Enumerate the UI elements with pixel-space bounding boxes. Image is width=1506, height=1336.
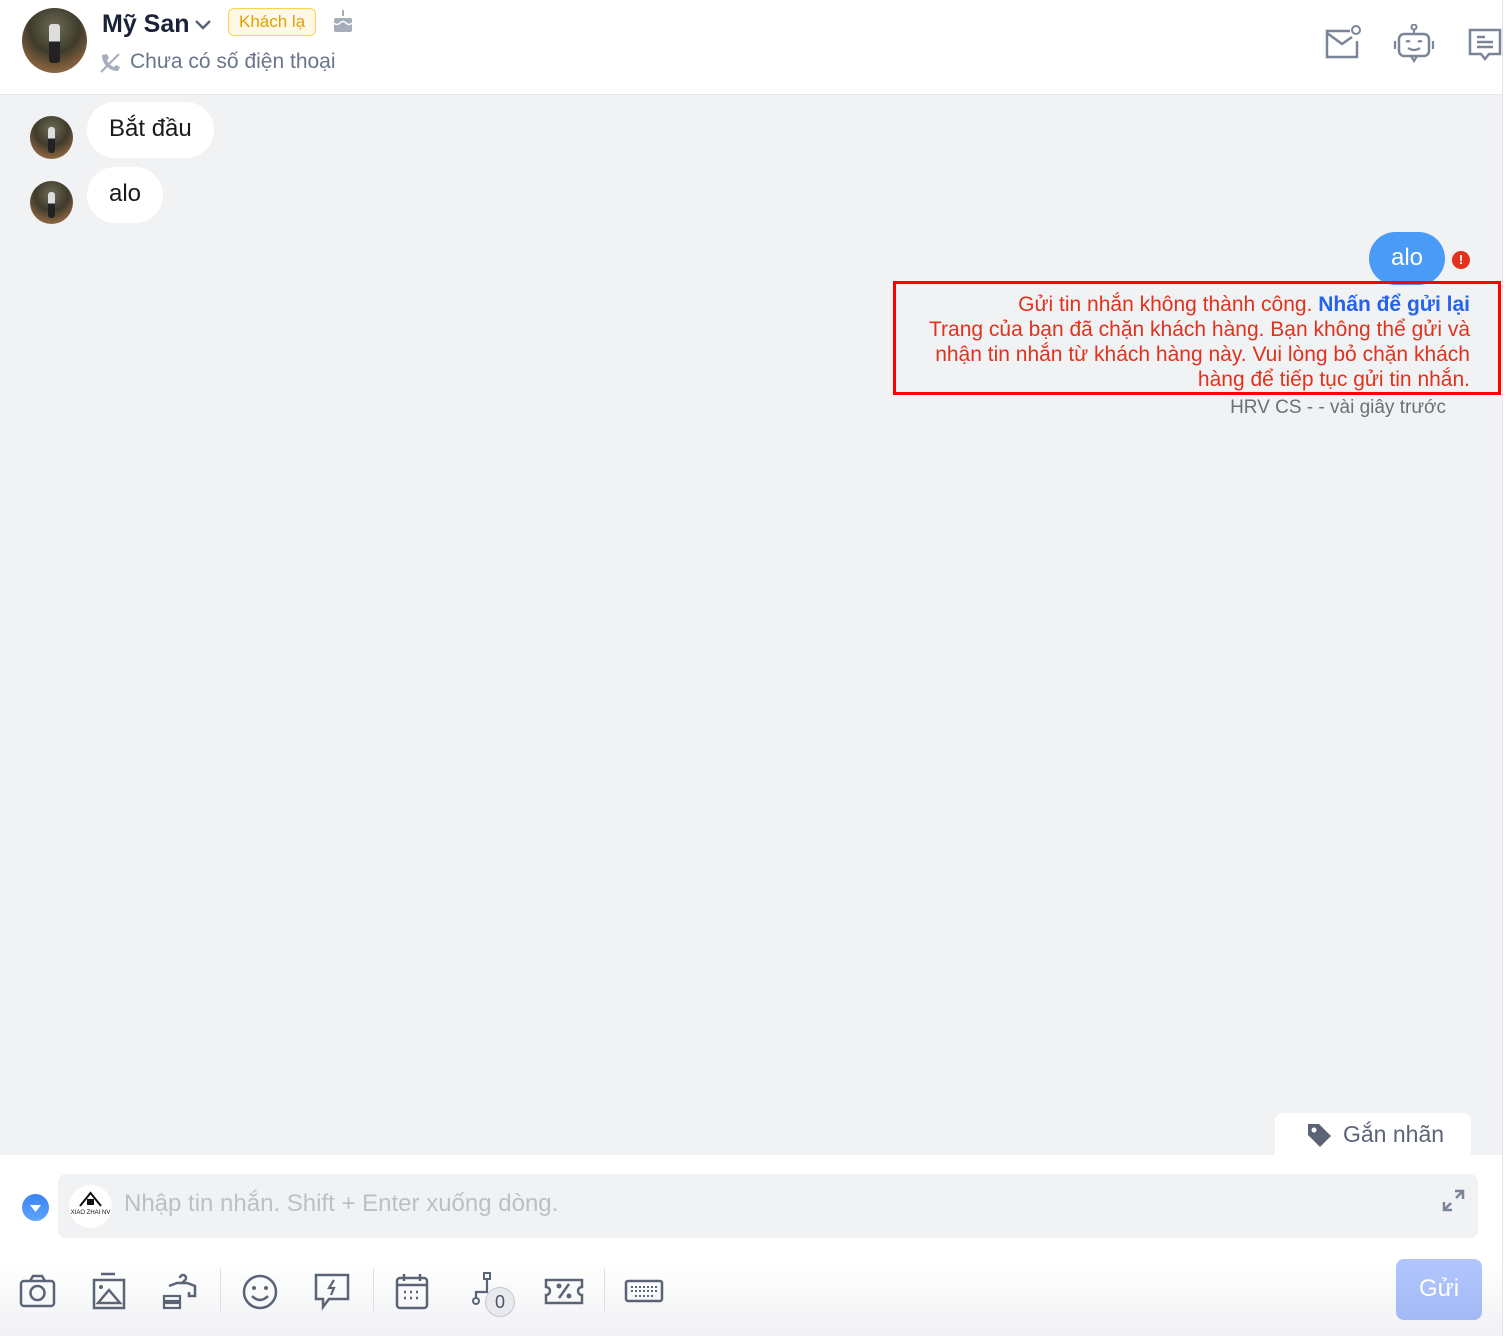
flow-button[interactable]: 0 <box>470 1272 515 1317</box>
message-meta: HRV CS - - vài giây trước <box>1230 397 1446 418</box>
divider <box>1502 0 1506 1336</box>
input-placeholder: Nhập tin nhắn. Shift + Enter xuống dòng. <box>124 1190 559 1217</box>
status-badge: Khách lạ <box>228 8 317 36</box>
chatbot-icon[interactable] <box>1393 24 1435 64</box>
error-title: Gửi tin nhắn không thành công. <box>1018 293 1313 316</box>
keyboard-icon[interactable] <box>624 1272 664 1312</box>
send-error-notice: Gửi tin nhắn không thành công. Nhấn để g… <box>893 281 1501 395</box>
divider <box>604 1268 605 1312</box>
resend-link[interactable]: Nhấn để gửi lại <box>1318 293 1470 316</box>
contact-name[interactable]: Mỹ San <box>102 10 190 39</box>
phone-status: Chưa có số điện thoại <box>130 50 336 73</box>
image-icon[interactable] <box>89 1272 129 1312</box>
notes-icon[interactable] <box>1467 27 1503 63</box>
divider <box>373 1268 374 1312</box>
sender-avatar <box>30 181 73 224</box>
flow-count: 0 <box>485 1287 515 1317</box>
page-logo[interactable]: XIAO ZHAI NV <box>69 1185 112 1228</box>
calendar-icon[interactable] <box>393 1272 433 1312</box>
birthday-cake-icon[interactable] <box>331 8 355 34</box>
tag-label: Gắn nhãn <box>1343 1121 1445 1147</box>
expand-icon[interactable] <box>1441 1188 1466 1213</box>
sender-avatar <box>30 116 73 159</box>
collapse-toggle-icon[interactable] <box>22 1194 49 1221</box>
outgoing-message: alo <box>1369 232 1445 285</box>
emoji-icon[interactable] <box>240 1272 280 1312</box>
no-phone-icon <box>100 53 120 73</box>
contact-avatar[interactable] <box>22 8 87 73</box>
incoming-message: alo <box>87 167 164 223</box>
divider <box>220 1268 221 1312</box>
tag-icon <box>1308 1124 1331 1147</box>
coupon-icon[interactable] <box>544 1272 584 1312</box>
house-logo-icon <box>79 1191 102 1207</box>
send-button[interactable]: Gửi <box>1396 1259 1482 1320</box>
chevron-down-icon[interactable] <box>194 18 212 32</box>
error-detail: Trang của bạn đã chặn khách hàng. Bạn kh… <box>929 318 1470 391</box>
chat-header <box>0 0 1502 95</box>
incoming-message: Bắt đầu <box>87 102 214 158</box>
product-icon[interactable] <box>161 1272 201 1312</box>
quick-reply-icon[interactable] <box>313 1272 353 1312</box>
mail-icon[interactable] <box>1324 25 1362 61</box>
error-icon[interactable]: ! <box>1452 251 1470 269</box>
tag-button[interactable]: Gắn nhãn <box>1275 1113 1471 1156</box>
camera-icon[interactable] <box>18 1272 58 1312</box>
